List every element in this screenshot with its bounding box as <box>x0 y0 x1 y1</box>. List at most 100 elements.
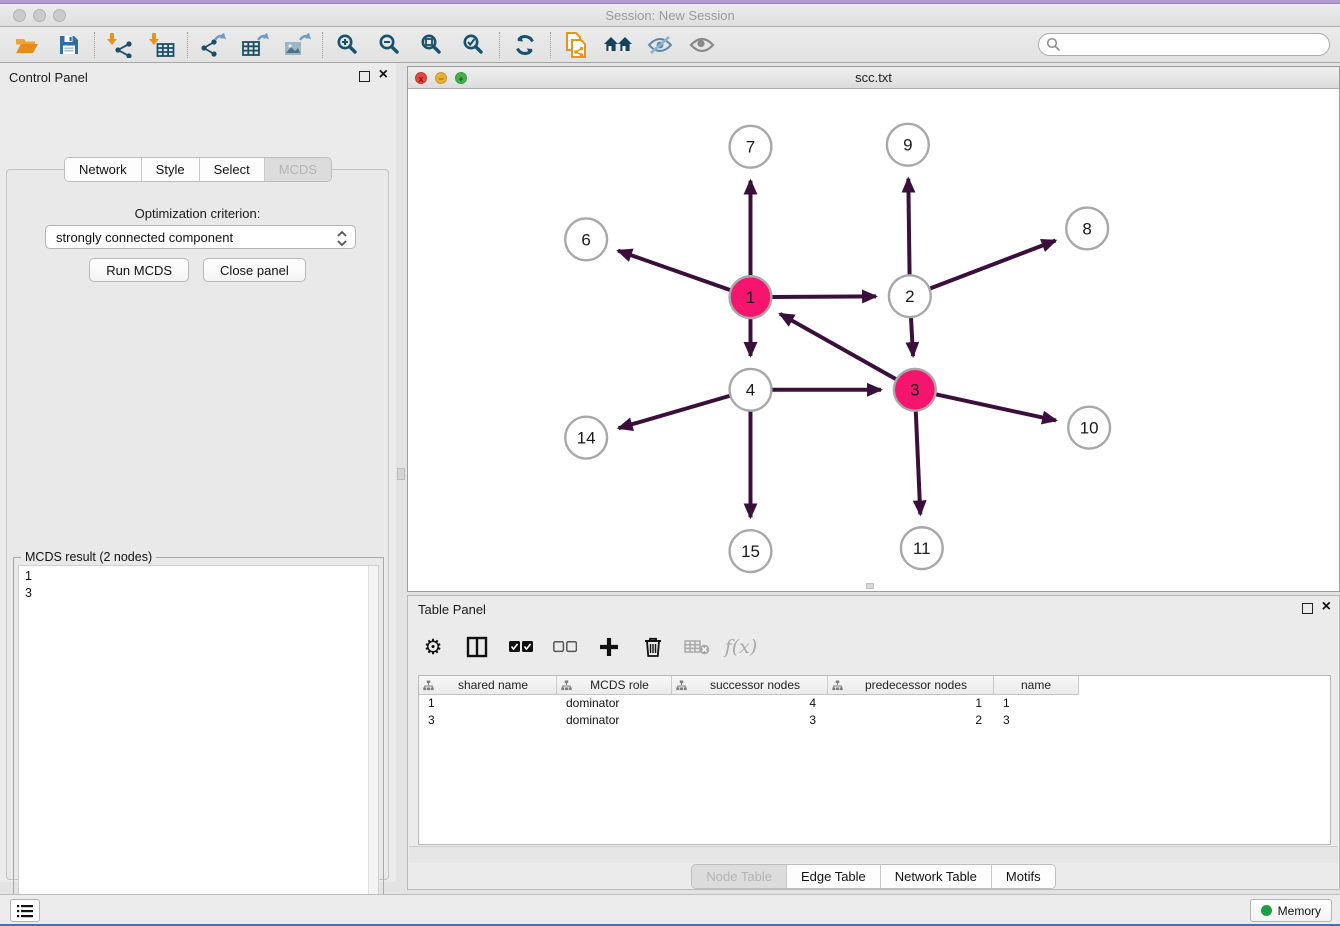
cell-successor-nodes[interactable]: 3 <box>672 712 828 729</box>
edge-2-9[interactable] <box>908 179 909 276</box>
criterion-select[interactable]: strongly connected component <box>45 225 356 249</box>
column-header-successor-nodes[interactable]: successor nodes <box>672 676 828 695</box>
cell-shared-name[interactable]: 1 <box>419 695 557 712</box>
network-window-titlebar[interactable]: x − + scc.txt <box>408 67 1339 89</box>
cell-shared-name[interactable]: 3 <box>419 712 557 729</box>
column-header-predecessor-nodes[interactable]: predecessor nodes <box>828 676 994 695</box>
table-panel-title: Table Panel <box>418 602 486 617</box>
node-label-11: 11 <box>913 539 931 558</box>
column-header-shared-name[interactable]: shared name <box>419 676 557 695</box>
zoom-out-icon <box>378 33 402 57</box>
show-column-button[interactable] <box>462 632 492 662</box>
duplicate-network-button[interactable] <box>555 29 597 61</box>
criterion-value: strongly connected component <box>56 230 233 245</box>
tab-select[interactable]: Select <box>200 158 265 181</box>
toolbar-separator <box>499 32 500 58</box>
deselect-all-button[interactable] <box>550 632 580 662</box>
table-panel: Table Panel × ⚙ f(x) <box>407 595 1340 890</box>
add-column-button[interactable] <box>594 632 624 662</box>
import-table-button[interactable] <box>141 29 183 61</box>
node-label-4: 4 <box>746 381 755 400</box>
edge-3-10[interactable] <box>935 394 1056 420</box>
cell-predecessor-nodes[interactable]: 2 <box>828 712 994 729</box>
toolbar-separator <box>94 32 95 58</box>
panel-divider-grip[interactable] <box>397 468 405 480</box>
edge-4-14[interactable] <box>619 396 731 429</box>
tab-mcds[interactable]: MCDS <box>265 158 331 181</box>
tab-node-table[interactable]: Node Table <box>692 865 787 888</box>
save-session-button[interactable] <box>48 29 90 61</box>
result-scrollbar[interactable] <box>368 566 378 926</box>
main-titlebar[interactable]: Session: New Session <box>0 4 1340 27</box>
edge-3-1[interactable] <box>780 314 897 380</box>
tab-edge-table[interactable]: Edge Table <box>787 865 881 888</box>
column-header-MCDS-role[interactable]: MCDS role <box>557 676 672 695</box>
zoom-in-button[interactable] <box>327 29 369 61</box>
open-session-button[interactable] <box>6 29 48 61</box>
tab-network[interactable]: Network <box>65 158 142 181</box>
column-header-name[interactable]: name <box>994 676 1079 695</box>
fit-content-button[interactable] <box>411 29 453 61</box>
select-all-button[interactable] <box>506 632 536 662</box>
edge-1-2[interactable] <box>771 296 876 297</box>
import-table-icon <box>148 32 176 58</box>
edge-1-6[interactable] <box>618 251 731 291</box>
export-image-button[interactable] <box>276 29 318 61</box>
edge-2-8[interactable] <box>929 241 1055 289</box>
zoom-selected-icon <box>462 33 486 57</box>
mcds-result-textarea[interactable]: 1 3 <box>18 565 379 926</box>
close-panel-button[interactable]: Close panel <box>203 258 306 282</box>
table-hscroll-track[interactable] <box>409 846 1338 863</box>
float-panel-icon[interactable] <box>359 71 370 82</box>
table-row[interactable]: 3dominator323 <box>419 712 1330 729</box>
first-neighbors-button[interactable] <box>597 29 639 61</box>
node-table[interactable]: shared nameMCDS rolesuccessor nodesprede… <box>418 675 1331 845</box>
zoom-out-button[interactable] <box>369 29 411 61</box>
delete-table-button[interactable] <box>682 632 712 662</box>
tab-style[interactable]: Style <box>142 158 200 181</box>
zoom-selected-button[interactable] <box>453 29 495 61</box>
apply-preferred-layout-button[interactable] <box>504 29 546 61</box>
edge-3-11[interactable] <box>916 411 921 515</box>
import-network-button[interactable] <box>99 29 141 61</box>
memory-button[interactable]: Memory <box>1250 899 1332 922</box>
checked-boxes-icon <box>509 641 533 653</box>
cell-name[interactable]: 1 <box>994 695 1079 712</box>
search-input[interactable] <box>1038 33 1330 56</box>
control-panel-header: Control Panel × <box>0 63 396 91</box>
delete-column-button[interactable] <box>638 632 668 662</box>
cell-name[interactable]: 3 <box>994 712 1079 729</box>
table-row[interactable]: 1dominator411 <box>419 695 1330 712</box>
cell-MCDS-role[interactable]: dominator <box>557 712 672 729</box>
table-body: 1dominator4113dominator323 <box>419 695 1330 729</box>
export-network-button[interactable] <box>192 29 234 61</box>
node-label-14: 14 <box>577 429 596 448</box>
network-canvas[interactable]: 1234678910111415 <box>408 89 1339 591</box>
tab-network-table[interactable]: Network Table <box>881 865 992 888</box>
float-table-panel-icon[interactable] <box>1302 603 1313 614</box>
cell-successor-nodes[interactable]: 4 <box>672 695 828 712</box>
fx-icon: f(x) <box>725 636 758 658</box>
edge-2-3[interactable] <box>911 317 913 356</box>
node-label-9: 9 <box>903 136 912 155</box>
node-label-15: 15 <box>741 542 760 561</box>
tab-motifs[interactable]: Motifs <box>992 865 1055 888</box>
export-table-button[interactable] <box>234 29 276 61</box>
network-graph[interactable]: 1234678910111415 <box>408 89 1339 591</box>
show-task-history-button[interactable] <box>10 899 40 922</box>
apply-function-button[interactable]: f(x) <box>726 632 756 662</box>
cell-predecessor-nodes[interactable]: 1 <box>828 695 994 712</box>
run-mcds-button[interactable]: Run MCDS <box>89 258 189 282</box>
eye-slash-icon <box>646 35 674 55</box>
column-settings-button[interactable]: ⚙ <box>418 632 448 662</box>
window-resize-grip[interactable] <box>866 583 874 589</box>
table-tabs: Node TableEdge TableNetwork TableMotifs <box>408 864 1339 889</box>
node-label-6: 6 <box>581 230 590 249</box>
show-all-button[interactable] <box>681 29 723 61</box>
hide-selected-button[interactable] <box>639 29 681 61</box>
close-panel-icon[interactable]: × <box>379 66 388 84</box>
open-folder-icon <box>14 33 40 57</box>
node-label-3: 3 <box>910 381 919 400</box>
cell-MCDS-role[interactable]: dominator <box>557 695 672 712</box>
close-table-panel-icon[interactable]: × <box>1322 598 1331 616</box>
